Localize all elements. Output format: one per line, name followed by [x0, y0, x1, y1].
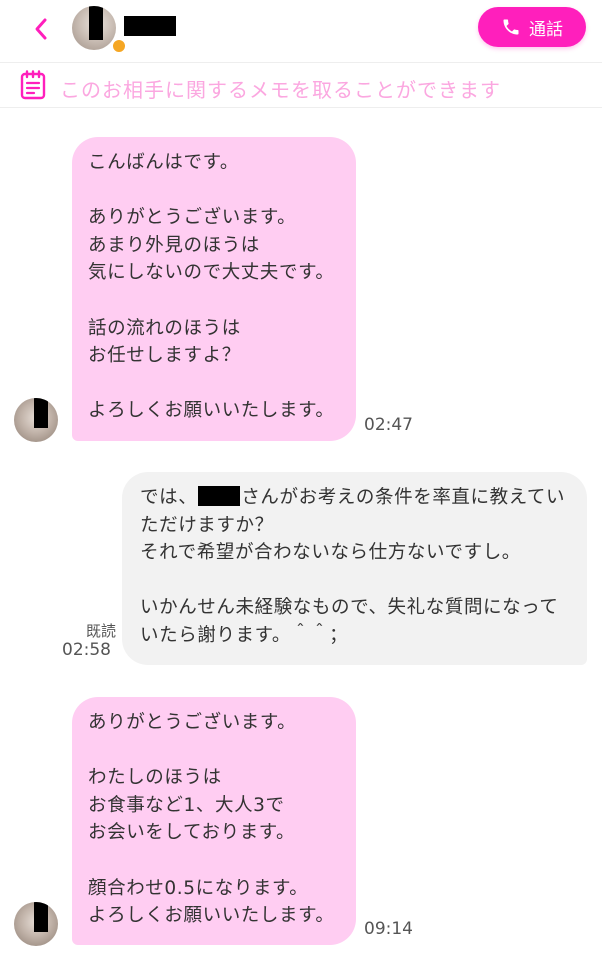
call-button[interactable]: 通話 [478, 7, 586, 47]
phone-icon [503, 19, 519, 35]
censor-bar [34, 902, 48, 932]
sender-avatar[interactable] [14, 902, 58, 946]
censored-name [198, 486, 241, 506]
chevron-left-icon [35, 18, 47, 40]
censor-bar [89, 6, 103, 40]
outgoing-message-bubble: では、 さんがお考えの条件を率直に教えていただけますか？ それで希望が合わないなら… [122, 472, 587, 665]
message-time: 09:14 [364, 919, 413, 939]
message-time: 02:58 [62, 640, 111, 660]
online-status-dot [111, 38, 127, 54]
chat-header: 通話 [0, 0, 602, 58]
read-receipt: 既読 [85, 622, 116, 640]
incoming-message-bubble: こんばんはです。 ありがとうございます。 あまり外見のほうは 気にしないので大丈… [72, 137, 356, 441]
censor-bar [34, 398, 48, 428]
incoming-message-bubble: ありがとうございます。 わたしのほうは お食事など1、大人3で お会いをしており… [72, 697, 356, 945]
notepad-icon [20, 70, 46, 100]
message-text-part: さんがお考えの条件を率直に教えていただけますか？ それで希望が合わないなら仕方な… [140, 487, 566, 646]
partner-avatar[interactable] [72, 6, 116, 50]
memo-placeholder: このお相手に関するメモを取ることができます [60, 78, 501, 102]
partner-name-censored [124, 16, 176, 36]
message-time: 02:47 [364, 415, 413, 435]
sender-avatar[interactable] [14, 398, 58, 442]
call-button-label: 通話 [529, 19, 563, 40]
back-button[interactable] [24, 12, 58, 46]
memo-bar[interactable]: このお相手に関するメモを取ることができます [0, 62, 602, 108]
message-text-part: では、 [140, 487, 198, 508]
